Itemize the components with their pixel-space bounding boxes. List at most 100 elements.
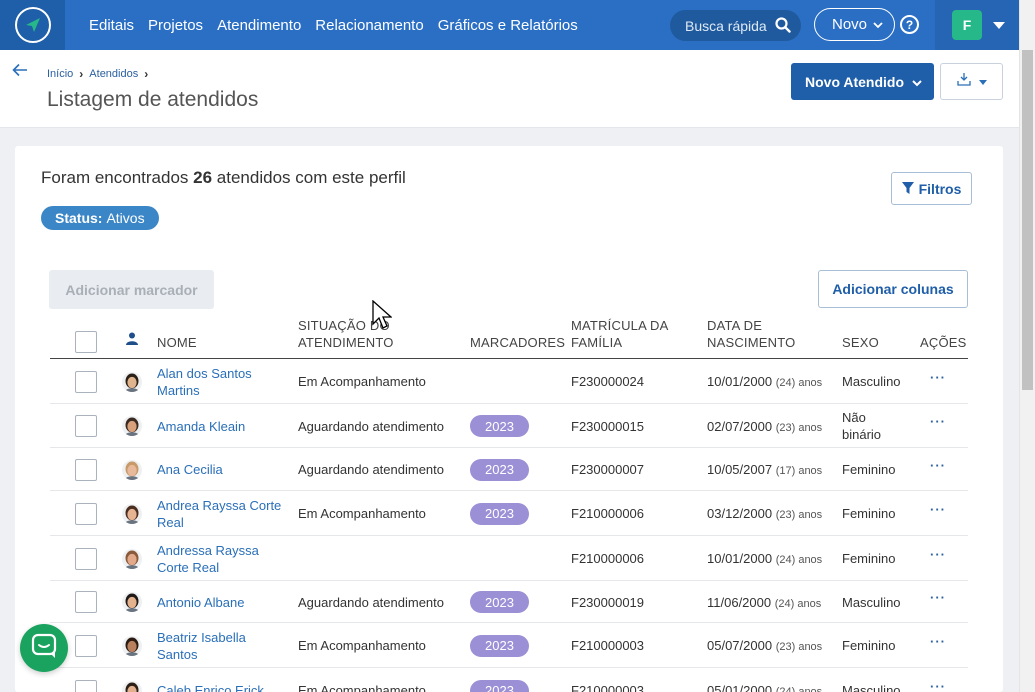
marcador-tag[interactable]: 2023 bbox=[470, 502, 529, 525]
atendido-name-link[interactable]: Antonio Albane bbox=[157, 594, 244, 611]
app-logo[interactable] bbox=[0, 0, 65, 50]
atendido-name-link[interactable]: Andrea Rayssa Corte Real bbox=[157, 497, 281, 531]
avatar bbox=[122, 635, 142, 656]
row-checkbox[interactable] bbox=[75, 458, 97, 481]
situacao-cell: Em Acompanhamento bbox=[298, 683, 426, 692]
nascimento-cell: 10/01/2000 (24) anos bbox=[707, 550, 822, 569]
idade-label: (23) anos bbox=[775, 421, 823, 434]
novo-button[interactable]: Novo bbox=[814, 8, 895, 41]
atendido-name-link[interactable]: Amanda Kleain bbox=[157, 418, 245, 435]
sexo-line2: binário bbox=[842, 427, 882, 442]
atendido-name-line1: Amanda Kleain bbox=[157, 418, 246, 434]
row-actions-menu[interactable]: ··· bbox=[930, 458, 946, 473]
row-checkbox[interactable] bbox=[75, 634, 97, 657]
nav-atendimento[interactable]: Atendimento bbox=[217, 17, 301, 34]
table-row[interactable]: Alan dos Santos Martins Em Acompanhamento F… bbox=[50, 359, 968, 404]
status-badge[interactable]: Status: Ativos bbox=[41, 206, 159, 230]
results-count: 26 bbox=[193, 168, 213, 187]
marcador-tag[interactable]: 2023 bbox=[470, 634, 529, 657]
table-row[interactable]: Andrea Rayssa Corte Real Em Acompanhamento… bbox=[50, 491, 968, 536]
breadcrumb-inicio[interactable]: Início bbox=[47, 68, 73, 80]
avatar bbox=[122, 548, 142, 569]
atendido-name-line1: Andrea Rayssa Corte bbox=[157, 497, 282, 513]
idade-label: (24) anos bbox=[775, 377, 823, 389]
quick-search bbox=[670, 10, 801, 41]
nav-editais[interactable]: Editais bbox=[89, 17, 134, 34]
column-nome[interactable]: NOME bbox=[157, 334, 197, 351]
page-header: Início › Atendidos › Listagem de atendid… bbox=[0, 50, 1019, 128]
chat-button[interactable] bbox=[20, 624, 68, 672]
filtros-button[interactable]: Filtros bbox=[891, 172, 972, 205]
sexo-cell: Feminino bbox=[842, 550, 895, 567]
status-value: Ativos bbox=[106, 210, 145, 226]
logo-icon bbox=[14, 7, 51, 43]
table-row[interactable]: Andressa Rayssa Corte Real F210000006 10/01… bbox=[50, 536, 968, 581]
row-actions-menu[interactable]: ··· bbox=[930, 590, 946, 605]
sexo-line1: Masculino bbox=[842, 374, 901, 389]
matricula-cell: F230000015 bbox=[571, 418, 645, 434]
search-icon[interactable] bbox=[775, 17, 791, 38]
add-colunas-button[interactable]: Adicionar colunas bbox=[818, 270, 968, 308]
atendido-name-link[interactable]: Alan dos Santos Martins bbox=[157, 365, 252, 399]
row-checkbox[interactable] bbox=[75, 370, 97, 393]
novo-atendido-button[interactable]: Novo Atendido bbox=[791, 63, 934, 100]
page-scrollbar[interactable] bbox=[1019, 0, 1035, 692]
column-sexo[interactable]: SEXO bbox=[842, 334, 879, 351]
nav-graficos-relatorios[interactable]: Gráficos e Relatórios bbox=[438, 17, 578, 34]
column-matricula-line2: FAMÍLIA bbox=[571, 335, 623, 350]
row-actions-menu[interactable]: ··· bbox=[930, 679, 946, 692]
mouse-cursor-icon bbox=[372, 299, 393, 335]
atendido-name-link[interactable]: Beatriz Isabella Santos bbox=[157, 629, 246, 663]
results-summary: Foram encontrados 26 atendidos com este … bbox=[41, 168, 406, 188]
breadcrumb-atendidos[interactable]: Atendidos bbox=[89, 68, 138, 80]
user-menu[interactable]: F bbox=[935, 0, 1019, 50]
table-row[interactable]: Ana Cecilia Aguardando atendimento 2023 F23… bbox=[50, 448, 968, 491]
row-checkbox[interactable] bbox=[75, 591, 97, 613]
search-input[interactable] bbox=[685, 17, 773, 34]
atendido-name-link[interactable]: Ana Cecilia bbox=[157, 461, 223, 478]
atendido-name-link[interactable]: Andressa Rayssa Corte Real bbox=[157, 542, 259, 576]
row-checkbox[interactable] bbox=[75, 547, 97, 570]
row-actions-menu[interactable]: ··· bbox=[930, 634, 946, 649]
row-checkbox[interactable] bbox=[75, 415, 97, 437]
atendido-name-link[interactable]: Caleb Enrico Erick bbox=[157, 682, 264, 692]
column-matricula[interactable]: MATRÍCULA DA FAMÍLIA bbox=[571, 317, 669, 351]
nascimento-date: 10/05/2007 bbox=[707, 462, 773, 477]
nav-relacionamento[interactable]: Relacionamento bbox=[315, 17, 423, 34]
row-checkbox[interactable] bbox=[75, 502, 97, 525]
idade-label: (23) anos bbox=[775, 509, 823, 521]
row-checkbox[interactable] bbox=[75, 679, 97, 692]
table-row[interactable]: Antonio Albane Aguardando atendimento 2023… bbox=[50, 581, 968, 623]
marcador-tag[interactable]: 2023 bbox=[470, 458, 529, 481]
matricula-cell: F210000003 bbox=[571, 638, 645, 653]
nav-projetos[interactable]: Projetos bbox=[148, 17, 203, 34]
row-actions-menu[interactable]: ··· bbox=[930, 547, 946, 562]
novo-label: Novo bbox=[832, 16, 868, 33]
chevron-down-icon bbox=[873, 16, 883, 33]
row-actions-menu[interactable]: ··· bbox=[930, 370, 946, 385]
scrollbar-thumb[interactable] bbox=[1022, 50, 1033, 390]
marcador-tag[interactable]: 2023 bbox=[470, 679, 529, 692]
column-situacao-line2: ATENDIMENTO bbox=[298, 335, 394, 350]
row-actions-menu[interactable]: ··· bbox=[930, 414, 946, 429]
select-all-checkbox[interactable] bbox=[75, 331, 97, 353]
matricula-cell: F210000006 bbox=[571, 506, 645, 521]
table-row[interactable]: Beatriz Isabella Santos Em Acompanhamento 2… bbox=[50, 623, 968, 668]
download-icon bbox=[956, 72, 971, 91]
table-row[interactable]: Amanda Kleain Aguardando atendimento 2023 F… bbox=[50, 404, 968, 448]
add-marcador-button[interactable]: Adicionar marcador bbox=[49, 270, 214, 309]
atendido-name-line2: Real bbox=[157, 514, 184, 530]
row-actions-menu[interactable]: ··· bbox=[930, 502, 946, 517]
idade-label: (23) anos bbox=[775, 641, 823, 653]
column-marcadores[interactable]: MARCADORES bbox=[470, 334, 565, 351]
table-row[interactable]: Caleb Enrico Erick Em Acompanhamento 2023 F… bbox=[50, 668, 968, 692]
results-card: Foram encontrados 26 atendidos com este … bbox=[15, 146, 1003, 692]
help-icon[interactable]: ? bbox=[900, 15, 919, 34]
export-button[interactable] bbox=[940, 63, 1003, 100]
marcador-tag[interactable]: 2023 bbox=[470, 591, 529, 613]
column-nascimento[interactable]: DATA DE NASCIMENTO bbox=[707, 317, 795, 351]
back-arrow-icon[interactable] bbox=[12, 63, 28, 82]
marcador-tag[interactable]: 2023 bbox=[470, 415, 529, 437]
avatar bbox=[122, 416, 142, 436]
breadcrumb-separator-icon: › bbox=[79, 67, 84, 81]
